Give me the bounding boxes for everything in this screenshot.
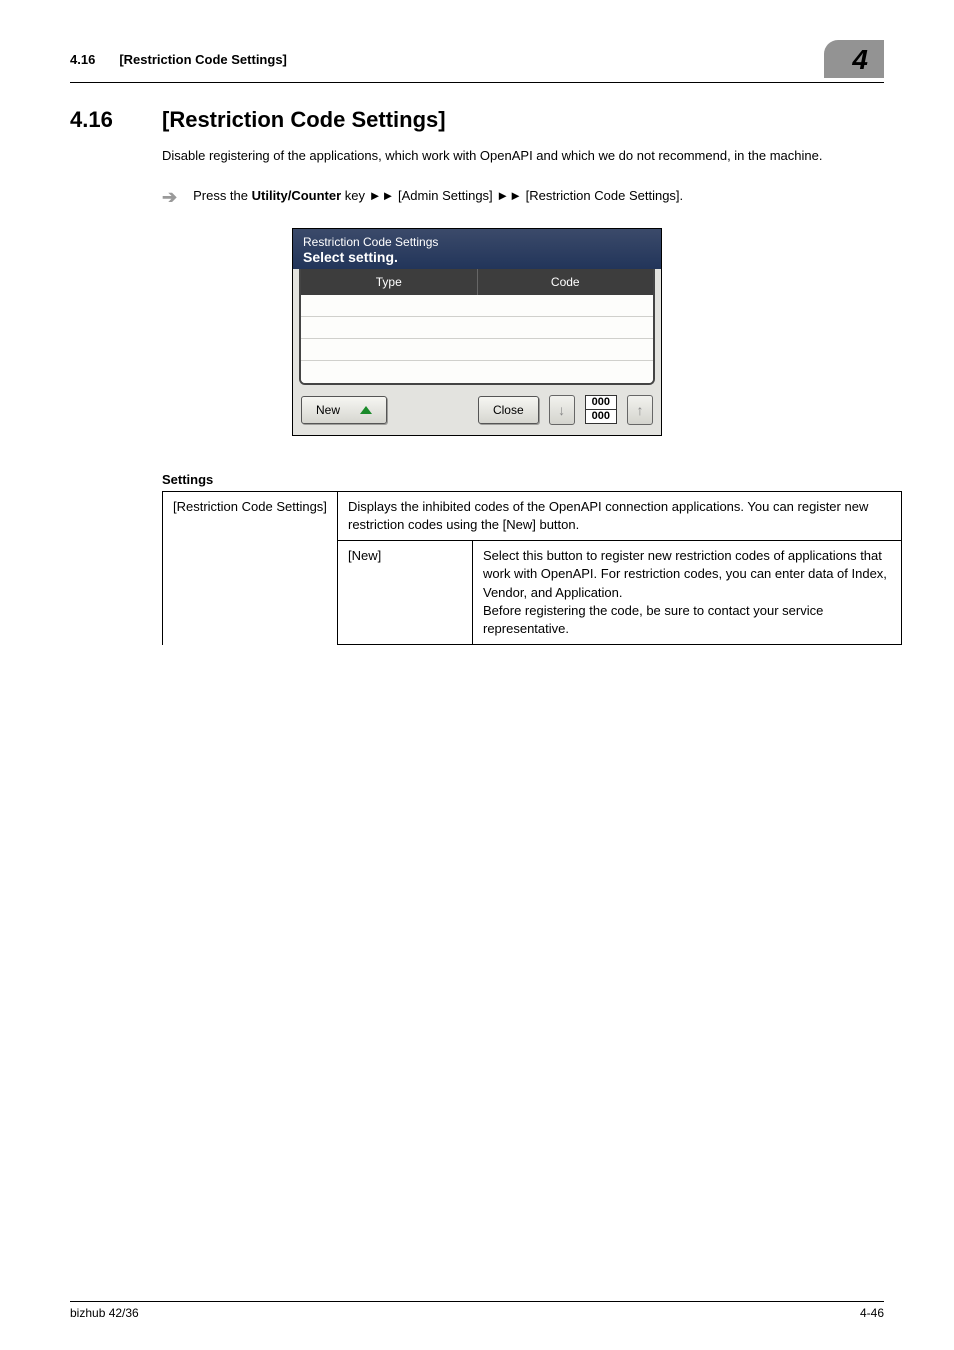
instr-path2: [Restriction Code Settings].	[522, 188, 683, 203]
instruction-line: ➔ Press the Utility/Counter key ►► [Admi…	[162, 188, 884, 206]
screenshot-table: Type Code	[299, 269, 655, 385]
table-row: [Restriction Code Settings] Displays the…	[163, 491, 902, 540]
screenshot-title-line2: Select setting.	[303, 249, 651, 265]
settings-heading: Settings	[162, 472, 884, 491]
column-header-code: Code	[478, 269, 654, 295]
column-header-type: Type	[301, 269, 478, 295]
header-section-num: 4.16	[70, 52, 95, 67]
nav-sep-icon: ►►	[496, 188, 522, 203]
section-number: 4.16	[70, 107, 130, 133]
settings-row1-label: [Restriction Code Settings]	[163, 491, 338, 644]
screenshot-title-line1: Restriction Code Settings	[303, 235, 651, 249]
new-button[interactable]: New	[301, 396, 387, 424]
counter-total: 000	[586, 410, 616, 423]
triangle-icon	[360, 406, 372, 414]
page-counter: 000 000	[585, 395, 617, 424]
arrow-down-icon: ↓	[558, 402, 565, 418]
settings-row2-desc: Select this button to register new restr…	[473, 541, 902, 645]
instruction-text: Press the Utility/Counter key ►► [Admin …	[193, 188, 683, 203]
header-left: 4.16 [Restriction Code Settings]	[70, 52, 287, 67]
page-header: 4.16 [Restriction Code Settings] 4	[70, 40, 884, 83]
chapter-tab: 4	[824, 40, 884, 78]
new-button-label: New	[316, 403, 340, 417]
arrow-icon: ➔	[162, 188, 177, 206]
screenshot-footer: New Close ↓ 000 000 ↑	[293, 385, 661, 435]
instr-bold: Utility/Counter	[252, 188, 342, 203]
instr-prefix: Press the	[193, 188, 252, 203]
section-heading: 4.16 [Restriction Code Settings]	[70, 107, 884, 133]
screenshot-titlebar: Restriction Code Settings Select setting…	[293, 229, 661, 269]
section-title: [Restriction Code Settings]	[162, 107, 446, 133]
instr-after: key	[341, 188, 368, 203]
settings-row1-desc: Displays the inhibited codes of the Open…	[338, 491, 902, 540]
nav-sep-icon: ►►	[369, 188, 395, 203]
instr-path1: [Admin Settings]	[394, 188, 496, 203]
arrow-up-icon: ↑	[637, 402, 644, 418]
table-row	[301, 317, 653, 339]
footer-product: bizhub 42/36	[70, 1306, 139, 1320]
settings-row2-label: [New]	[338, 541, 473, 645]
counter-current: 000	[586, 396, 616, 410]
scroll-down-button[interactable]: ↓	[549, 395, 575, 425]
table-row	[301, 339, 653, 361]
intro-paragraph: Disable registering of the applications,…	[162, 147, 884, 166]
screenshot-table-body	[301, 295, 653, 383]
footer-page-number: 4-46	[860, 1306, 884, 1320]
close-button[interactable]: Close	[478, 396, 539, 424]
scroll-up-button[interactable]: ↑	[627, 395, 653, 425]
settings-table: [Restriction Code Settings] Displays the…	[162, 491, 902, 645]
page-footer: bizhub 42/36 4-46	[70, 1301, 884, 1320]
device-screenshot: Restriction Code Settings Select setting…	[292, 228, 662, 436]
header-section-title: [Restriction Code Settings]	[119, 52, 287, 67]
table-row	[301, 295, 653, 317]
table-row	[301, 361, 653, 383]
close-button-label: Close	[493, 403, 524, 417]
